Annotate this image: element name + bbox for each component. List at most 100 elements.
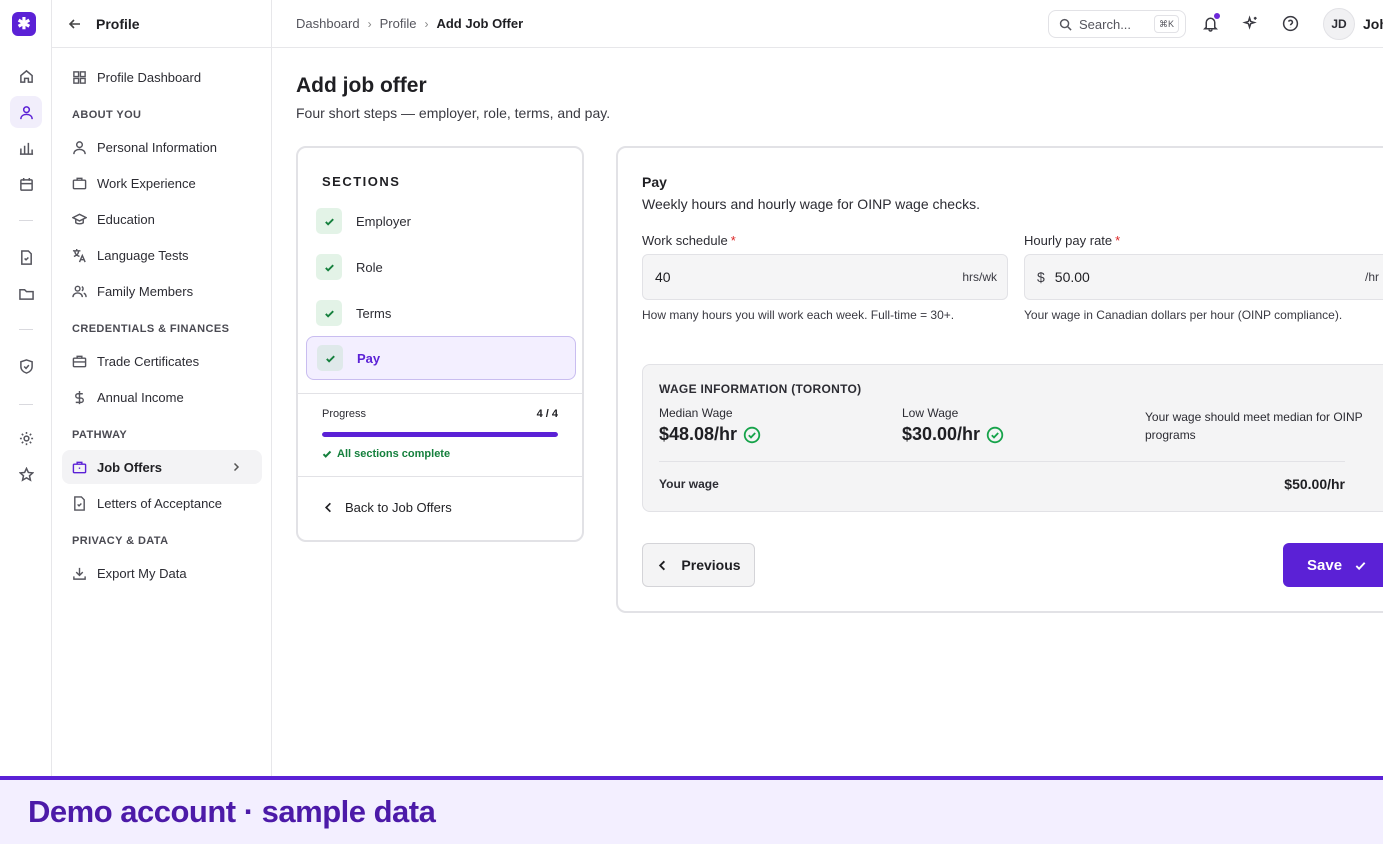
page-subtitle: Four short steps — employer, role, terms… — [296, 105, 611, 121]
bell-icon[interactable] — [1199, 12, 1221, 34]
briefcase-icon — [72, 461, 87, 473]
rail-divider — [19, 329, 33, 330]
sidebar-section-about: ABOUT YOU — [72, 109, 142, 121]
home-icon[interactable] — [10, 60, 42, 92]
arrow-left-icon[interactable] — [68, 17, 82, 31]
search-input[interactable]: Search... ⌘K — [1048, 10, 1186, 38]
sparkles-icon[interactable] — [1239, 12, 1261, 34]
sidebar-item-label: Job Offers — [97, 459, 163, 475]
user-name[interactable]: John — [1363, 16, 1383, 32]
sidebar-item-label: Family Members — [97, 283, 194, 299]
sidebar-item-language-tests[interactable]: Language Tests — [62, 238, 262, 272]
chevron-left-icon — [324, 502, 331, 513]
back-to-job-offers-link[interactable]: Back to Job Offers — [322, 500, 452, 515]
step-pay[interactable]: Pay — [306, 336, 576, 380]
document-check-icon[interactable] — [10, 241, 42, 273]
previous-button[interactable]: Previous — [642, 543, 755, 587]
sidebar-item-personal-information[interactable]: Personal Information — [62, 130, 262, 164]
sidebar-section-pathway: PATHWAY — [72, 429, 128, 441]
sidebar-section-privacy: PRIVACY & DATA — [72, 535, 169, 547]
chevron-right-icon: › — [367, 16, 372, 31]
avatar[interactable]: JD — [1323, 8, 1355, 40]
chevron-left-icon — [659, 560, 666, 570]
app-logo[interactable]: ✱ — [12, 12, 36, 36]
sidebar-item-label: Work Experience — [97, 175, 196, 191]
sidebar-item-export-my-data[interactable]: Export My Data — [62, 556, 262, 590]
progress-complete: All sections complete — [322, 448, 450, 460]
check-circle-icon — [986, 426, 1004, 443]
form-section-title: Pay — [642, 174, 667, 190]
work-schedule-suffix: hrs/wk — [962, 270, 997, 284]
sections-panel: SECTIONS Employer Role Terms Pay Progres… — [296, 146, 584, 542]
sidebar-item-label: Letters of Acceptance — [97, 495, 223, 511]
median-wage-value: $48.08/hr — [659, 424, 761, 445]
translate-icon — [72, 248, 86, 262]
star-icon[interactable] — [10, 458, 42, 490]
top-bar: Dashboard › Profile › Add Job Offer Sear… — [272, 0, 1383, 48]
help-circle-icon[interactable] — [1279, 12, 1301, 34]
step-employer[interactable]: Employer — [306, 199, 576, 243]
shield-check-icon[interactable] — [10, 350, 42, 382]
gear-icon[interactable] — [10, 422, 42, 454]
work-schedule-help: How many hours you will work each week. … — [642, 308, 955, 322]
hourly-pay-rate-input[interactable]: $ 50.00 /hr — [1024, 254, 1383, 300]
calendar-icon[interactable] — [10, 168, 42, 200]
wage-information-panel: WAGE INFORMATION (TORONTO) Median Wage $… — [642, 364, 1383, 512]
demo-banner: Demo account · sample data — [0, 776, 1383, 844]
chart-icon[interactable] — [10, 132, 42, 164]
sidebar-item-family-members[interactable]: Family Members — [62, 274, 262, 308]
step-label: Terms — [356, 305, 392, 321]
breadcrumb-profile[interactable]: Profile — [380, 16, 417, 31]
rail-divider — [19, 404, 33, 405]
sidebar-item-trade-certificates[interactable]: Trade Certificates — [62, 344, 262, 378]
search-shortcut: ⌘K — [1153, 15, 1179, 33]
sidebar-item-work-experience[interactable]: Work Experience — [62, 166, 262, 200]
sidebar-item-profile-dashboard[interactable]: Profile Dashboard — [62, 60, 262, 94]
sidebar-item-label: Export My Data — [97, 565, 187, 581]
progress-bar-fill — [322, 432, 558, 437]
divider — [298, 476, 582, 477]
sidebar-item-job-offers[interactable]: Job Offers — [62, 450, 262, 484]
breadcrumb: Dashboard › Profile › Add Job Offer — [296, 16, 523, 31]
wage-info-title: WAGE INFORMATION (TORONTO) — [659, 382, 862, 396]
check-icon — [316, 300, 342, 326]
step-label: Pay — [357, 350, 381, 366]
hourly-pay-rate-suffix: /hr — [1364, 270, 1379, 284]
hourly-pay-rate-value: 50.00 — [1054, 269, 1090, 285]
sidebar-item-annual-income[interactable]: Annual Income — [62, 380, 262, 414]
sidebar-item-label: Profile Dashboard — [97, 69, 202, 85]
breadcrumb-current: Add Job Offer — [436, 16, 524, 31]
notification-dot — [1214, 13, 1220, 19]
progress-count: 4 / 4 — [536, 408, 558, 420]
sidebar-title: Profile — [96, 15, 140, 32]
low-wage-label: Low Wage — [902, 406, 959, 420]
step-label: Employer — [356, 213, 411, 229]
work-schedule-input[interactable]: 40 hrs/wk — [642, 254, 1008, 300]
user-icon[interactable] — [10, 96, 42, 128]
rail-divider — [19, 220, 33, 221]
search-icon — [1059, 18, 1072, 31]
dollar-icon — [75, 390, 84, 404]
save-button[interactable]: Save — [1283, 543, 1383, 587]
folder-icon[interactable] — [10, 277, 42, 309]
download-icon — [73, 567, 86, 580]
sidebar-item-education[interactable]: Education — [62, 202, 262, 236]
step-label: Role — [356, 259, 383, 275]
step-role[interactable]: Role — [306, 245, 576, 289]
sidebar-section-credentials: CREDENTIALS & FINANCES — [72, 323, 230, 335]
chevron-right-icon: › — [424, 16, 429, 31]
sidebar-item-label: Personal Information — [97, 139, 217, 155]
check-icon — [322, 450, 332, 458]
sidebar-item-letters-of-acceptance[interactable]: Letters of Acceptance — [62, 486, 262, 520]
hourly-pay-rate-help: Your wage in Canadian dollars per hour (… — [1024, 308, 1343, 322]
page-title: Add job offer — [296, 74, 427, 97]
sidebar-item-label: Education — [97, 211, 155, 227]
progress-complete-text: All sections complete — [337, 448, 451, 460]
currency-prefix: $ — [1037, 269, 1045, 285]
low-wage-value: $30.00/hr — [902, 424, 1004, 445]
sidebar-item-label: Trade Certificates — [97, 353, 200, 369]
step-terms[interactable]: Terms — [306, 291, 576, 335]
breadcrumb-dashboard[interactable]: Dashboard — [296, 16, 360, 31]
pay-form-card: Pay Weekly hours and hourly wage for OIN… — [616, 146, 1383, 613]
users-icon — [72, 285, 87, 297]
